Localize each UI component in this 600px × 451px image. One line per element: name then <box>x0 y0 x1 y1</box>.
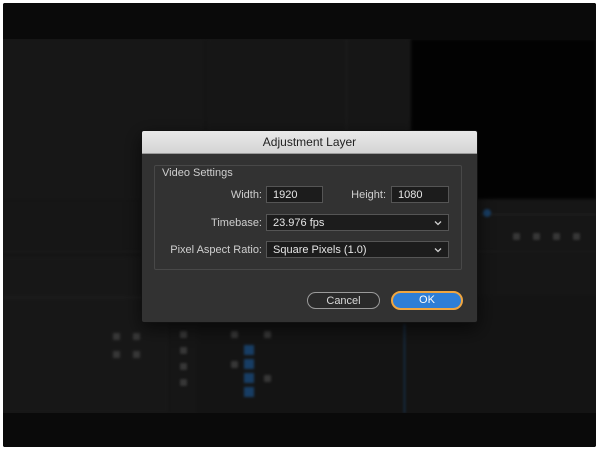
par-value: Square Pixels (1.0) <box>273 244 367 256</box>
height-field[interactable]: 1080 <box>391 186 449 203</box>
timebase-select[interactable]: 23.976 fps <box>266 214 449 231</box>
chevron-down-icon <box>434 248 442 253</box>
width-label: Width: <box>230 189 262 201</box>
dialog-title: Adjustment Layer <box>142 131 477 154</box>
par-label: Pixel Aspect Ratio: <box>170 244 262 256</box>
chevron-down-icon <box>434 221 442 226</box>
bottom-letterbox <box>3 413 596 447</box>
width-field[interactable]: 1920 <box>266 186 323 203</box>
ok-button[interactable]: OK <box>391 291 463 310</box>
timebase-label: Timebase: <box>211 217 262 229</box>
adjustment-layer-dialog: Adjustment Layer Video Settings Width: 1… <box>141 130 478 323</box>
top-letterbox <box>3 3 596 39</box>
video-settings-title: Video Settings <box>162 167 233 179</box>
height-label: Height: <box>351 189 386 201</box>
cancel-button[interactable]: Cancel <box>307 292 380 309</box>
par-select[interactable]: Square Pixels (1.0) <box>266 241 449 258</box>
timebase-value: 23.976 fps <box>273 217 325 229</box>
